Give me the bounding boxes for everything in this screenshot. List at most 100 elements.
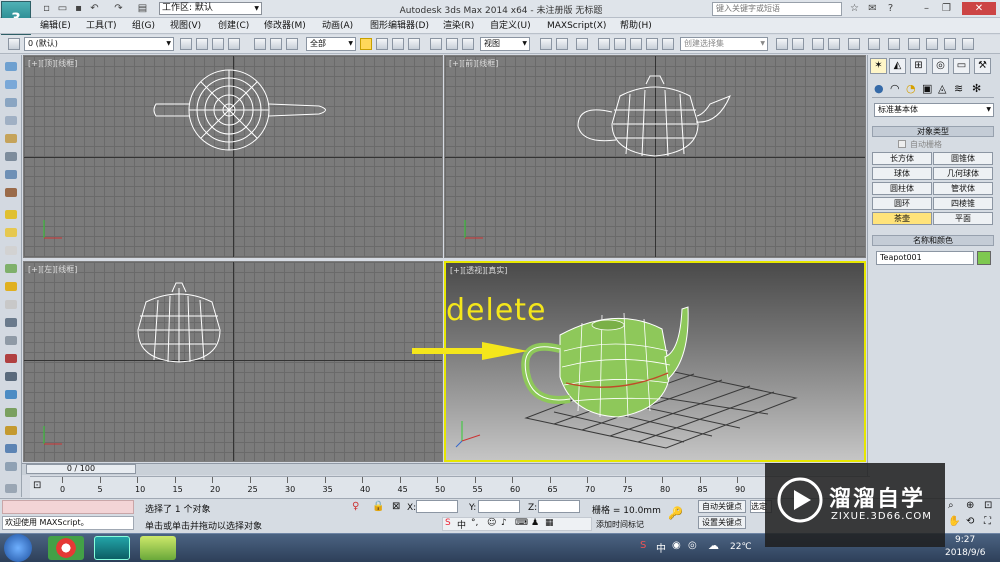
shapes-icon[interactable]: ◠ [890,82,900,95]
plane-button[interactable]: 平面 [933,212,993,225]
viewport-left[interactable]: [+][左][线框] [23,261,443,462]
select-manipulate-icon[interactable] [556,38,568,50]
mirror-icon[interactable] [776,38,788,50]
viewport-top[interactable]: [+][顶][线框] [23,55,443,258]
new-file-icon[interactable]: ▫ [40,2,53,15]
time-slider-track[interactable] [22,463,867,475]
left-tool-icon-11[interactable] [5,246,17,255]
reference-coord-dropdown[interactable]: 视图 [480,37,530,51]
lights-icon[interactable]: ◔ [906,82,916,95]
layer-manager-icon[interactable] [180,38,192,50]
y-coord-input[interactable] [478,500,520,513]
tray-app-icon-2[interactable]: ◎ [688,540,697,551]
left-tool-icon-1[interactable] [5,62,17,71]
viewport-front[interactable]: [+][前][线框] [444,55,866,258]
menu-maxscript[interactable]: MAXScript(X) [547,19,606,33]
object-name-input[interactable]: Teapot001 [876,251,974,265]
spinner-snap-icon[interactable] [646,38,658,50]
selection-lock-icon[interactable]: 🔒 [372,501,384,512]
cone-button[interactable]: 圆锥体 [933,152,993,165]
menu-graph-editors[interactable]: 图形编辑器(D) [370,19,429,33]
box-button[interactable]: 长方体 [872,152,932,165]
clock-time[interactable]: 9:27 [955,535,975,545]
tray-sogou-icon[interactable]: S [640,540,646,551]
start-button[interactable] [4,534,32,562]
window-crossing-icon[interactable] [408,38,420,50]
ime-tools-icon[interactable]: ▦ [545,518,554,528]
save-icon[interactable]: ▪ [72,2,85,15]
comm-center-icon[interactable]: ✉ [866,2,879,15]
undo-icon[interactable]: ↶ [88,2,101,15]
ime-emoji-icon[interactable]: ☺ [487,518,496,528]
edit-named-selection-icon[interactable] [662,38,674,50]
scene-explorer-icon[interactable] [812,38,824,50]
chrome-taskbar-icon[interactable] [48,536,84,560]
workspace-dropdown[interactable]: 工作区: 默认 [159,2,262,15]
left-tool-icon-22[interactable] [5,444,17,453]
snap-toggle-icon[interactable] [598,38,610,50]
auto-key-button[interactable]: 自动关键点 [698,500,746,513]
rotate-icon[interactable] [446,38,458,50]
menu-tools[interactable]: 工具(T) [86,19,117,33]
rect-selection-icon[interactable] [392,38,404,50]
schematic-view-icon[interactable] [888,38,900,50]
restore-icon[interactable]: ❐ [940,2,953,15]
ime-lang-icon[interactable]: 中 [457,518,466,531]
cylinder-button[interactable]: 圆柱体 [872,182,932,195]
teapot-top-wireframe[interactable] [144,64,344,164]
menu-modifiers[interactable]: 修改器(M) [264,19,306,33]
ime-skin-icon[interactable]: ♟ [531,518,539,528]
ime-voice-icon[interactable]: ♪ [501,518,507,528]
spacewarps-icon[interactable]: ≋ [954,82,963,95]
redo-icon[interactable]: ↷ [112,2,125,15]
left-tool-icon-9[interactable] [5,210,17,219]
set-key-button[interactable]: 设置关键点 [698,516,746,529]
geometry-icon[interactable]: ● [874,82,884,95]
maxscript-listener-top[interactable] [2,500,134,514]
select-object-icon[interactable] [360,38,372,50]
link-icon[interactable] [254,38,266,50]
project-folder-icon[interactable]: ▤ [136,2,149,15]
left-tool-icon-17[interactable] [5,354,17,363]
modify-tab-icon[interactable]: ◭ [889,58,906,74]
viewport-left-label[interactable]: [+][左][线框] [28,264,77,275]
angle-snap-icon[interactable] [614,38,626,50]
left-tool-icon-12[interactable] [5,264,17,273]
create-tab-icon[interactable]: ✶ [870,58,887,74]
unlink-icon[interactable] [270,38,282,50]
left-tool-icon-14[interactable] [5,300,17,309]
left-tool-icon-20[interactable] [5,408,17,417]
menu-animation[interactable]: 动画(A) [322,19,353,33]
add-time-tag-text[interactable]: 添加时间标记 [596,519,644,530]
left-tool-icon-24[interactable] [5,484,17,493]
time-slider-handle[interactable]: 0 / 100 [26,464,136,474]
menu-customize[interactable]: 自定义(U) [490,19,531,33]
object-color-swatch[interactable] [977,251,991,265]
left-tool-icon-21[interactable] [5,426,17,435]
left-tool-icon-23[interactable] [5,462,17,471]
weather-icon[interactable]: ☁ [708,539,719,552]
geosphere-button[interactable]: 几何球体 [933,167,993,180]
viewport-persp-label[interactable]: [+][透视][真实] [450,265,507,276]
teapot-left-wireframe[interactable] [124,280,234,370]
menu-help[interactable]: 帮助(H) [620,19,652,33]
layer-explorer-icon[interactable] [828,38,840,50]
named-selection-dropdown[interactable]: 创建选择集 [680,37,768,51]
left-tool-icon-4[interactable] [5,116,17,125]
orbit-icon[interactable]: ⟲ [966,516,974,527]
left-tool-icon-10[interactable] [5,228,17,237]
helpers-icon[interactable]: ◬ [938,82,946,95]
x-coord-input[interactable] [416,500,458,513]
keyboard-shortcut-icon[interactable] [576,38,588,50]
left-tool-icon-7[interactable] [5,170,17,179]
left-tool-icon-15[interactable] [5,318,17,327]
zoom-icon[interactable]: ⌕ [948,500,954,511]
move-icon[interactable] [430,38,442,50]
render-icon[interactable] [962,38,974,50]
systems-icon[interactable]: ✻ [972,82,981,95]
help-icon[interactable]: ? [884,2,897,15]
teapot-front-wireframe[interactable] [570,74,740,164]
select-layer-icon[interactable] [228,38,240,50]
left-tool-icon-16[interactable] [5,336,17,345]
zoom-extents-icon[interactable]: ⊡ [984,500,992,511]
